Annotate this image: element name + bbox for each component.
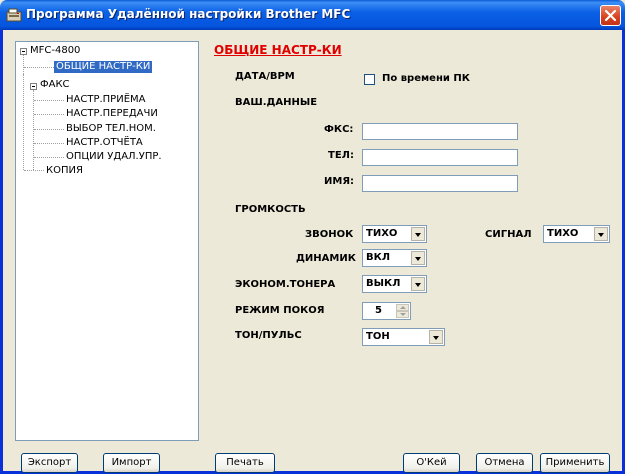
app-icon	[6, 7, 22, 23]
import-button[interactable]: Импорт	[103, 453, 160, 473]
tree-line	[34, 157, 64, 158]
print-button[interactable]: Печать	[215, 453, 275, 473]
toner-save-value: ВЫКЛ	[366, 278, 401, 289]
tree-item-copy[interactable]: КОПИЯ	[46, 165, 83, 177]
dial-mode-label: ТОН/ПУЛЬС	[235, 330, 302, 341]
name-field[interactable]	[362, 175, 518, 192]
dial-mode-select[interactable]: ТОН	[362, 328, 445, 346]
fax-number-field[interactable]	[362, 123, 518, 140]
settings-tree[interactable]: MFC-4800 ОБЩИЕ НАСТР-КИ ФАКС НАСТР.ПРИЁМ…	[15, 41, 199, 441]
sleep-mode-spinner[interactable]: 5	[362, 302, 411, 320]
tree-line	[34, 129, 64, 130]
tree-line	[23, 74, 24, 170]
tree-line	[33, 90, 34, 170]
tree-item-remote-options[interactable]: ОПЦИИ УДАЛ.УПР.	[66, 151, 162, 163]
fax-number-label: ФКС:	[324, 124, 354, 135]
chevron-down-icon	[411, 251, 425, 265]
chevron-down-icon	[429, 330, 443, 344]
speaker-value: ВКЛ	[366, 252, 391, 263]
tree-item-root[interactable]: MFC-4800	[30, 45, 80, 57]
pc-time-label: По времени ПК	[382, 73, 470, 84]
tree-item-send-setup[interactable]: НАСТР.ПЕРЕДАЧИ	[66, 108, 158, 120]
tree-line	[34, 143, 64, 144]
pc-time-checkbox[interactable]	[364, 74, 375, 85]
beeper-label: СИГНАЛ	[485, 229, 532, 240]
tree-line	[23, 55, 24, 74]
export-button[interactable]: Экспорт	[21, 453, 78, 473]
spin-down-button[interactable]	[396, 311, 409, 318]
tree-item-receive-setup[interactable]: НАСТР.ПРИЁМА	[66, 94, 145, 106]
close-button[interactable]	[600, 5, 621, 26]
speaker-select[interactable]: ВКЛ	[362, 249, 427, 267]
chevron-down-icon	[411, 227, 425, 241]
beeper-value: ТИХО	[547, 228, 579, 239]
tree-line	[34, 114, 64, 115]
toner-save-select[interactable]: ВЫКЛ	[362, 275, 427, 293]
apply-button[interactable]: Применить	[540, 453, 610, 473]
sleep-mode-label: РЕЖИМ ПОКОЯ	[235, 305, 325, 316]
beeper-select[interactable]: ТИХО	[543, 225, 610, 243]
ring-value: ТИХО	[366, 228, 398, 239]
spinner-buttons	[396, 304, 409, 318]
speaker-label: ДИНАМИК	[296, 253, 356, 264]
sleep-mode-value: 5	[375, 305, 382, 316]
tel-number-label: ТЕЛ:	[328, 150, 354, 161]
spin-up-button[interactable]	[396, 304, 409, 311]
cancel-button[interactable]: Отмена	[476, 453, 533, 473]
tree-line	[24, 170, 44, 171]
ring-select[interactable]: ТИХО	[362, 225, 427, 243]
dial-mode-value: ТОН	[366, 331, 390, 342]
chevron-down-icon	[594, 227, 608, 241]
chevron-down-icon	[411, 277, 425, 291]
panel-title: ОБЩИЕ НАСТР-КИ	[214, 43, 342, 57]
tree-item-auto-dial[interactable]: ВЫБОР ТЕЛ.НОМ.	[66, 123, 156, 135]
close-icon	[604, 9, 617, 22]
name-label: ИМЯ:	[324, 176, 355, 187]
ring-label: ЗВОНОК	[305, 229, 354, 240]
collapse-root-icon[interactable]	[20, 48, 27, 55]
tree-item-report-setup[interactable]: НАСТР.ОТЧЁТА	[66, 137, 143, 149]
collapse-fax-icon[interactable]	[30, 83, 37, 90]
title-bar[interactable]: Программа Удалённой настройки Brother MF…	[0, 0, 625, 30]
tel-number-field[interactable]	[362, 149, 518, 166]
ok-button[interactable]: О'Кей	[403, 453, 460, 473]
station-id-label: ВАШ.ДАННЫЕ	[235, 97, 318, 108]
window-title: Программа Удалённой настройки Brother MF…	[26, 7, 351, 21]
tree-item-fax[interactable]: ФАКС	[40, 79, 70, 91]
tree-item-general[interactable]: ОБЩИЕ НАСТР-КИ	[54, 61, 153, 73]
tree-line	[34, 100, 64, 101]
toner-save-label: ЭКОНОМ.ТОНЕРА	[235, 279, 336, 290]
tree-line	[24, 67, 54, 68]
volume-label: ГРОМКОСТЬ	[235, 204, 306, 215]
date-time-label: ДАТА/ВРМ	[235, 71, 295, 82]
